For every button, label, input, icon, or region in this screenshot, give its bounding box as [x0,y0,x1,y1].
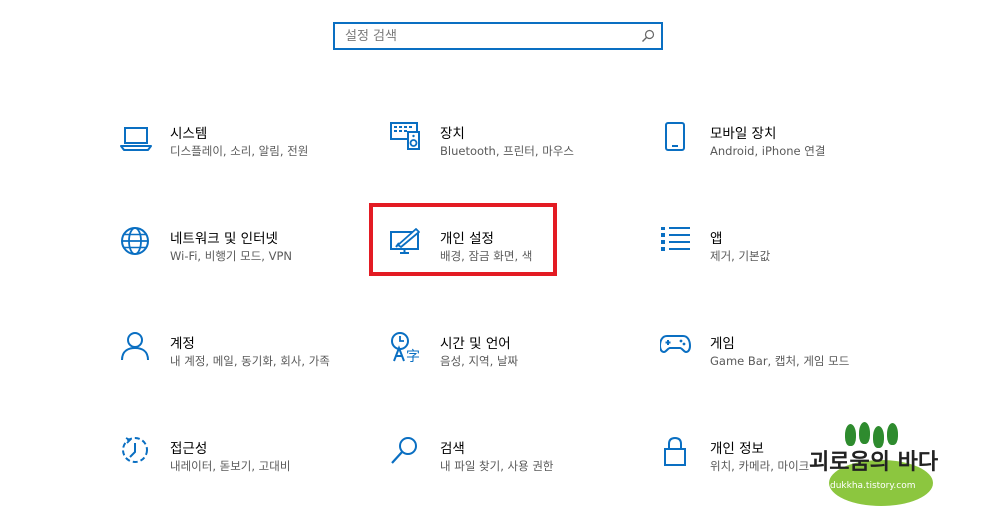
laptop-icon [120,127,152,151]
tile-gaming[interactable]: 게임 Game Bar, 캡처, 게임 모드 [660,332,890,402]
tile-time-language[interactable]: 字 시간 및 언어 음성, 지역, 날짜 [390,332,620,402]
tile-description: Android, iPhone 연결 [710,144,826,158]
tile-system[interactable]: 시스템 디스플레이, 소리, 알림, 전원 [120,122,350,192]
tile-description: 제거, 기본값 [710,249,771,263]
watermark-url: dukkha.tistory.com [830,481,916,491]
tile-description: 내 계정, 메일, 동기화, 회사, 가족 [170,354,330,368]
tile-devices[interactable]: 장치 Bluetooth, 프린터, 마우스 [390,122,620,192]
tile-description: 위치, 카메라, 마이크 [710,459,810,473]
tile-title: 개인 정보 [710,441,764,457]
watermark-title: 괴로움의 바다 [809,450,939,475]
tile-search[interactable]: 검색 내 파일 찾기, 사용 권한 [390,437,620,507]
tile-description: Game Bar, 캡처, 게임 모드 [710,354,850,368]
tile-title: 앱 [710,231,723,247]
tile-description: 음성, 지역, 날짜 [440,354,519,368]
tile-title: 게임 [710,336,735,352]
time-language-icon: 字 [391,332,420,365]
tile-mobile-devices[interactable]: 모바일 장치 Android, iPhone 연결 [660,122,890,192]
tile-description: 디스플레이, 소리, 알림, 전원 [170,144,309,158]
ease-of-access-icon [122,437,148,463]
tree-icon [887,423,898,445]
watermark: 괴로움의 바다 dukkha.tistory.com [803,420,983,520]
keyboard-speaker-icon [390,122,420,150]
tile-title: 모바일 장치 [710,126,777,142]
tile-description: Wi-Fi, 비행기 모드, VPN [170,249,293,263]
tile-title: 검색 [440,441,465,457]
tile-title: 접근성 [170,441,208,457]
person-icon [121,332,149,361]
highlight-box [369,203,557,276]
tile-description: 내 파일 찾기, 사용 권한 [440,459,554,473]
search-box[interactable] [333,22,663,50]
tile-ease-of-access[interactable]: 접근성 내레이터, 돋보기, 고대비 [120,437,350,507]
search-icon[interactable] [641,29,655,43]
search-icon [391,437,417,464]
tile-title: 시간 및 언어 [440,336,511,352]
tile-accounts[interactable]: 계정 내 계정, 메일, 동기화, 회사, 가족 [120,332,350,402]
tree-icon [859,422,870,444]
lock-icon [664,437,686,466]
tile-title: 네트워크 및 인터넷 [170,231,278,247]
globe-icon [121,227,149,255]
tile-apps[interactable]: 앱 제거, 기본값 [660,227,890,297]
tile-description: Bluetooth, 프린터, 마우스 [440,144,574,158]
search-input[interactable] [335,24,635,48]
tile-title: 시스템 [170,126,208,142]
tile-description: 내레이터, 돋보기, 고대비 [170,459,291,473]
gamepad-icon [660,335,691,353]
tile-network[interactable]: 네트워크 및 인터넷 Wi-Fi, 비행기 모드, VPN [120,227,350,297]
tile-title: 장치 [440,126,465,142]
phone-icon [665,122,685,151]
apps-list-icon [661,227,690,251]
tile-title: 계정 [170,336,195,352]
svg-text:字: 字 [406,349,420,365]
tree-icon [845,424,856,446]
